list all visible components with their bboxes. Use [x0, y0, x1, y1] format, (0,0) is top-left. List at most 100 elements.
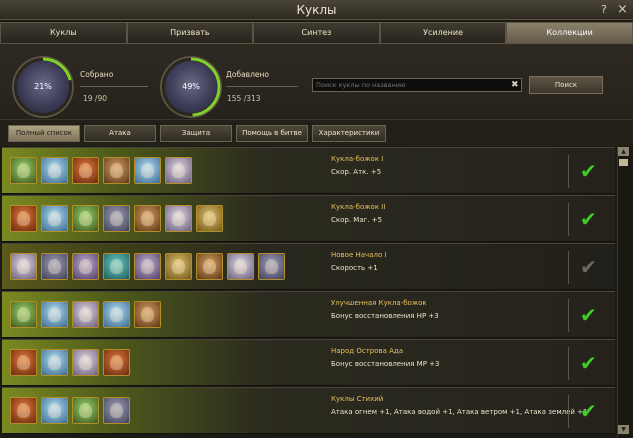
row-divider: [568, 155, 569, 188]
collected-progress-ring: 21%: [13, 57, 73, 117]
doll-portrait[interactable]: [165, 205, 192, 232]
doll-portrait[interactable]: [196, 205, 223, 232]
doll-portrait[interactable]: [165, 253, 192, 280]
close-icon[interactable]: ×: [617, 0, 628, 20]
added-value: 155 /313: [227, 94, 261, 103]
doll-face: [265, 259, 278, 274]
tab-0[interactable]: Куклы: [0, 22, 127, 44]
filter-attack[interactable]: Атака: [84, 125, 156, 142]
doll-portrait[interactable]: [10, 349, 37, 376]
doll-portrait[interactable]: [103, 349, 130, 376]
collection-row[interactable]: Народ Острова Ада Бонус восстановления MP…: [2, 339, 615, 386]
tab-4[interactable]: Коллекции: [506, 22, 633, 44]
row-divider: [568, 203, 569, 236]
collection-row[interactable]: Кукла-божок I Скор. Атк. +5 ✔: [2, 147, 615, 194]
search-button[interactable]: Поиск: [529, 76, 603, 94]
collection-bonus: Скор. Атк. +5: [331, 168, 382, 176]
doll-face: [172, 211, 185, 226]
doll-portrait[interactable]: [134, 253, 161, 280]
added-progress-ring: 49%: [161, 57, 221, 117]
doll-portrait[interactable]: [103, 157, 130, 184]
arrow-down-icon[interactable]: ▼: [618, 425, 629, 434]
collection-name: Кукла-божок I: [331, 155, 384, 163]
collection-name: Кукла-божок II: [331, 203, 386, 211]
help-icon[interactable]: ?: [601, 0, 607, 20]
filter-defense[interactable]: Защита: [160, 125, 232, 142]
row-divider: [568, 299, 569, 332]
doll-portrait[interactable]: [72, 301, 99, 328]
doll-portrait[interactable]: [196, 253, 223, 280]
doll-face: [17, 211, 30, 226]
doll-portrait[interactable]: [10, 157, 37, 184]
doll-portrait[interactable]: [103, 397, 130, 424]
doll-portrait[interactable]: [10, 253, 37, 280]
filter-characteristics[interactable]: Характеристики: [312, 125, 386, 142]
tab-3[interactable]: Усиление: [379, 22, 507, 44]
doll-portrait[interactable]: [41, 349, 68, 376]
collection-bonus: Скорость +1: [331, 264, 378, 272]
arrow-up-icon[interactable]: ▲: [618, 147, 629, 156]
scrollbar-thumb[interactable]: [619, 159, 628, 166]
doll-face: [234, 259, 247, 274]
doll-portrait[interactable]: [134, 157, 161, 184]
doll-face: [172, 259, 185, 274]
tab-1[interactable]: Призвать: [126, 22, 254, 44]
doll-portrait[interactable]: [134, 205, 161, 232]
doll-face: [79, 307, 92, 322]
check-icon: ✔: [580, 207, 597, 231]
doll-face: [79, 259, 92, 274]
doll-face: [48, 259, 61, 274]
doll-portrait[interactable]: [258, 253, 285, 280]
collected-divider: [80, 86, 148, 87]
doll-portrait[interactable]: [72, 157, 99, 184]
doll-face: [203, 259, 216, 274]
doll-face: [79, 163, 92, 178]
doll-portrait[interactable]: [165, 157, 192, 184]
doll-portrait[interactable]: [134, 301, 161, 328]
doll-face: [203, 211, 216, 226]
doll-face: [110, 307, 123, 322]
doll-face: [172, 163, 185, 178]
doll-portrait[interactable]: [72, 349, 99, 376]
collection-list: Кукла-божок I Скор. Атк. +5 ✔ Кукла-божок I…: [0, 146, 617, 438]
collection-row[interactable]: Улучшенная Кукла-божок Бонус восстановлен…: [2, 291, 615, 338]
doll-face: [17, 307, 30, 322]
doll-face: [48, 355, 61, 370]
collection-row[interactable]: Новое Начало I Скорость +1 ✔: [2, 243, 615, 290]
doll-portrait[interactable]: [72, 253, 99, 280]
filter-battle-help[interactable]: Помощь в битве: [236, 125, 308, 142]
tab-2[interactable]: Синтез: [253, 22, 380, 44]
doll-face: [17, 403, 30, 418]
doll-portrait[interactable]: [41, 157, 68, 184]
doll-portrait[interactable]: [103, 205, 130, 232]
clear-icon[interactable]: ✖: [511, 78, 519, 92]
search-input[interactable]: [312, 78, 522, 92]
doll-portrait[interactable]: [10, 397, 37, 424]
collection-bonus: Атака огнем +1, Атака водой +1, Атака ве…: [331, 408, 588, 416]
check-icon: ✔: [580, 159, 597, 183]
doll-portrait[interactable]: [10, 205, 37, 232]
collection-row[interactable]: Куклы Стихий Атака огнем +1, Атака водой …: [2, 387, 615, 434]
added-percent: 49%: [182, 82, 200, 91]
doll-portrait[interactable]: [72, 397, 99, 424]
doll-face: [48, 403, 61, 418]
check-icon: ✔: [580, 255, 597, 279]
doll-portrait[interactable]: [103, 253, 130, 280]
collection-bonus: Бонус восстановления HP +3: [331, 312, 439, 320]
doll-portrait[interactable]: [41, 205, 68, 232]
scrollbar[interactable]: [617, 146, 631, 438]
filter-full-list[interactable]: Полный список: [8, 125, 80, 142]
collection-name: Новое Начало I: [331, 251, 387, 259]
doll-portrait[interactable]: [227, 253, 254, 280]
doll-portrait[interactable]: [72, 205, 99, 232]
collection-row[interactable]: Кукла-божок II Скор. Маг. +5 ✔: [2, 195, 615, 242]
row-divider: [568, 251, 569, 284]
doll-portrait[interactable]: [10, 301, 37, 328]
doll-portrait[interactable]: [41, 253, 68, 280]
collected-percent: 21%: [34, 82, 52, 91]
window-title: Куклы: [296, 3, 337, 17]
check-icon: ✔: [580, 399, 597, 423]
doll-portrait[interactable]: [41, 397, 68, 424]
doll-portrait[interactable]: [41, 301, 68, 328]
doll-portrait[interactable]: [103, 301, 130, 328]
